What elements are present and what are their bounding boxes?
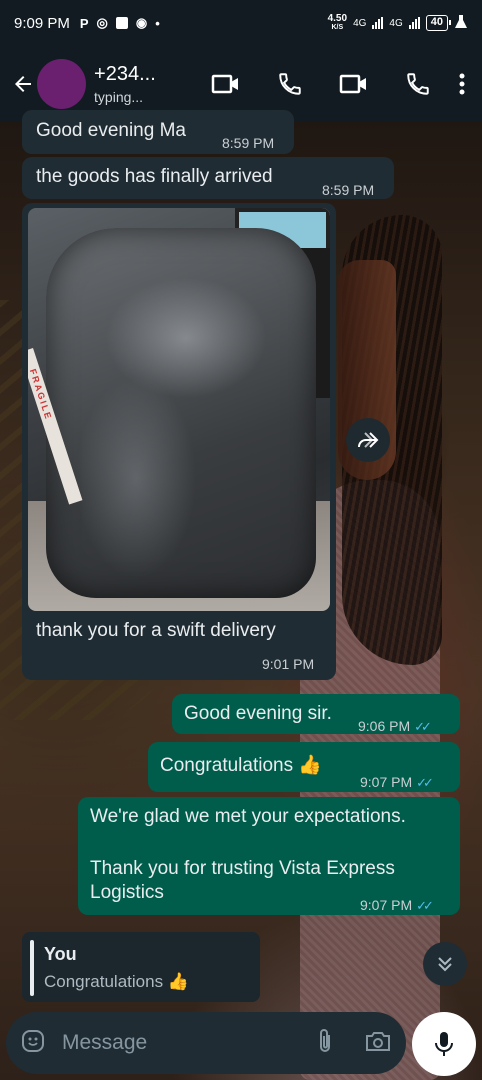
message-text: Good evening sir. [184, 703, 332, 724]
speed-unit: K/S [331, 24, 344, 31]
video-call-icon-2[interactable] [322, 59, 386, 109]
status-time: 9:09 PM [14, 14, 70, 32]
scroll-to-bottom-icon[interactable] [423, 942, 467, 986]
message-time: 8:59 PM [222, 135, 275, 151]
status-bar: 9:09 PM P ◎ ◉ • 4.50 K/S 4G 4G 40 [0, 0, 482, 46]
message-time: 9:06 PM ✓✓ [358, 718, 432, 734]
message-time: 9:07 PM ✓✓ [360, 774, 434, 790]
network-type-1: 4G [353, 17, 367, 29]
message-text-line-1: We're glad we met your expectations. [90, 806, 406, 827]
read-receipt-icon: ✓✓ [414, 719, 432, 734]
whatsapp-icon: ◎ [96, 15, 108, 30]
network-speed: 4.50 K/S [328, 14, 347, 32]
read-receipt-icon: ✓✓ [416, 898, 434, 913]
message-text: Congratulations 👍 [160, 755, 323, 776]
voice-call-icon[interactable] [258, 59, 322, 109]
forward-icon[interactable] [346, 418, 390, 462]
notification-square-icon [115, 17, 128, 29]
message-incoming[interactable]: the goods has finally arrived 8:59 PM [22, 157, 394, 199]
back-arrow-icon[interactable] [8, 64, 37, 104]
message-input[interactable]: Message [62, 1031, 316, 1055]
emoji-icon[interactable] [20, 1028, 46, 1059]
contact-info[interactable]: +234... typing... [94, 63, 174, 105]
more-notifications-dot-icon: • [155, 15, 160, 31]
message-time: 9:01 PM [262, 656, 315, 672]
photo-wrapped-package [46, 228, 316, 598]
voice-call-icon-2[interactable] [386, 59, 450, 109]
video-call-icon[interactable] [194, 59, 258, 109]
more-options-icon[interactable] [450, 59, 474, 109]
delivered-goods-photo[interactable]: FRAGILE [28, 208, 330, 611]
contact-name: +234... [94, 63, 156, 85]
message-outgoing[interactable]: Congratulations 👍 9:07 PM ✓✓ [148, 742, 460, 792]
battery-icon: 40 [425, 15, 452, 31]
reply-author: You [44, 944, 77, 964]
message-text: the goods has finally arrived [36, 166, 273, 187]
image-caption: thank you for a swift delivery [36, 620, 276, 641]
message-incoming[interactable]: Good evening Ma 8:59 PM [22, 110, 294, 154]
message-text: Good evening Ma [36, 120, 186, 141]
reply-preview[interactable]: You Congratulations 👍 [22, 932, 260, 1002]
camera-icon[interactable] [364, 1029, 392, 1058]
message-text-line-3: Logistics [90, 882, 164, 903]
avatar[interactable] [37, 59, 87, 109]
microphone-icon[interactable] [412, 1012, 476, 1076]
header-actions [194, 59, 474, 109]
parking-icon: P [79, 15, 89, 31]
lab-flask-icon [454, 14, 468, 33]
message-composer: Message [6, 1012, 406, 1074]
message-time: 9:07 PM ✓✓ [360, 897, 434, 913]
reply-accent-bar [30, 940, 34, 996]
signal-icon [372, 17, 384, 29]
network-type-2: 4G [389, 17, 403, 29]
message-time: 8:59 PM [322, 182, 375, 198]
battery-level: 40 [430, 16, 443, 28]
read-receipt-icon: ✓✓ [416, 775, 434, 790]
signal-icon-2 [408, 17, 420, 29]
attach-icon[interactable] [316, 1027, 334, 1060]
status-right-group: 4.50 K/S 4G 4G 40 [328, 14, 468, 33]
contact-status: typing... [94, 89, 144, 105]
message-text-line-2: Thank you for trusting Vista Express [90, 858, 395, 879]
reply-text: Congratulations 👍 [44, 972, 189, 991]
messenger-icon: ◉ [135, 15, 148, 30]
message-outgoing[interactable]: Good evening sir. 9:06 PM ✓✓ [172, 694, 460, 734]
message-outgoing[interactable]: We're glad we met your expectations. Tha… [78, 797, 460, 915]
